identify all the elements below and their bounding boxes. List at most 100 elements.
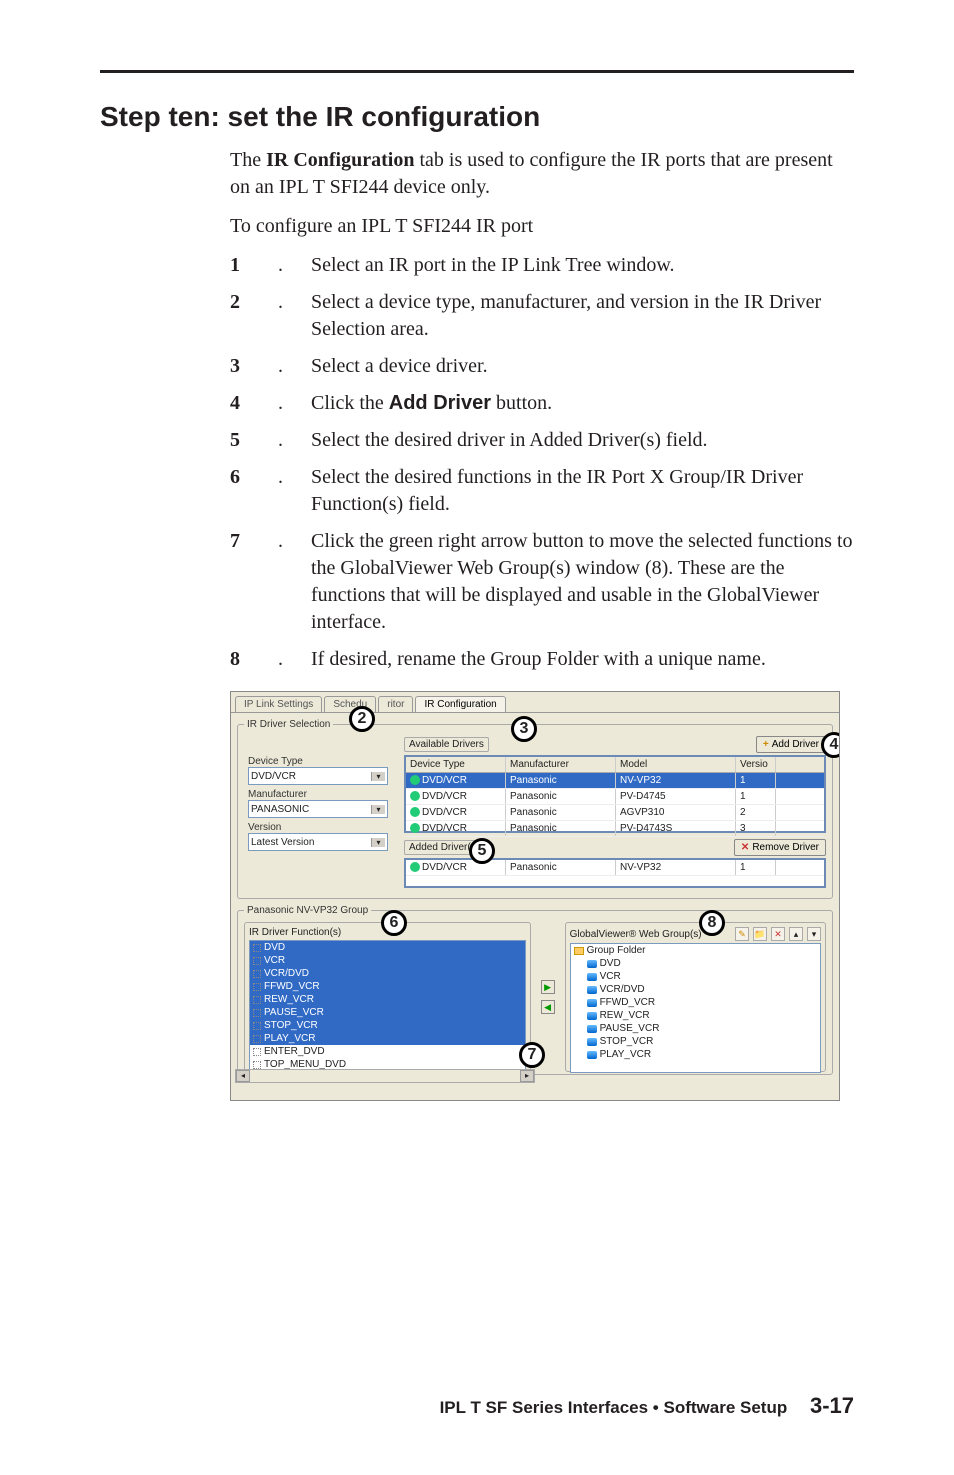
table-row[interactable]: DVD/VCRPanasonicPV-D47451 (406, 789, 824, 805)
horizontal-scrollbar[interactable]: ◂ ▸ (235, 1069, 535, 1083)
page-footer: IPL T SF Series Interfaces • Software Se… (440, 1393, 854, 1419)
step-1: 1. Select an IR port in the IP Link Tree… (230, 252, 854, 279)
col-device-type[interactable]: Device Type (406, 757, 506, 772)
step-num: 2 (230, 289, 250, 343)
driver-icon (410, 775, 420, 785)
driver-icon (410, 823, 420, 833)
step-num: 4 (230, 390, 250, 417)
table-row[interactable]: DVD/VCRPanasonicNV-VP321 (406, 860, 824, 876)
up-icon[interactable]: ▴ (789, 927, 803, 941)
new-folder-icon[interactable]: 📁 (753, 927, 767, 941)
ir-icon (587, 986, 597, 994)
col-model[interactable]: Model (616, 757, 736, 772)
move-left-button[interactable]: ◀ (541, 1000, 555, 1014)
file-icon (253, 944, 261, 952)
callout-5: 5 (469, 838, 495, 864)
list-item[interactable]: DVD (571, 957, 820, 970)
file-icon (253, 996, 261, 1004)
intro-p2: To configure an IPL T SFI244 IR port (230, 213, 854, 240)
move-right-button[interactable]: ▶ (541, 980, 555, 994)
list-item[interactable]: PAUSE_VCR (571, 1022, 820, 1035)
file-icon (253, 957, 261, 965)
file-icon (253, 1022, 261, 1030)
list-item[interactable]: FFWD_VCR (250, 980, 525, 993)
add-driver-label: Add Driver (772, 739, 819, 750)
device-type-value: DVD/VCR (251, 771, 296, 782)
list-item[interactable]: VCR/DVD (571, 983, 820, 996)
driver-selection-controls: Device Type DVD/VCR▾ Manufacturer PANASO… (248, 752, 398, 851)
callout-7: 7 (519, 1042, 545, 1068)
ir-config-screenshot: 2 3 4 5 6 7 8 IP Link Settings Schedu ri… (230, 691, 840, 1101)
step4-post: button. (491, 392, 552, 414)
step-3: 3. Select a device driver. (230, 353, 854, 380)
callout-6: 6 (381, 910, 407, 936)
tree-root[interactable]: Group Folder (571, 944, 820, 957)
file-icon (253, 1048, 261, 1056)
ir-icon (587, 1012, 597, 1020)
scroll-right-icon[interactable]: ▸ (520, 1070, 534, 1082)
down-icon[interactable]: ▾ (807, 927, 821, 941)
list-item[interactable]: VCR (250, 954, 525, 967)
ir-icon (587, 1051, 597, 1059)
callout-2: 2 (349, 706, 375, 732)
web-groups-tree[interactable]: Group Folder DVD VCR VCR/DVD FFWD_VCR RE… (570, 943, 821, 1073)
step-num: 1 (230, 252, 250, 279)
step-text: Select the desired driver in Added Drive… (311, 427, 854, 454)
delete-folder-icon[interactable]: ✕ (771, 927, 785, 941)
manufacturer-combo[interactable]: PANASONIC▾ (248, 800, 388, 818)
list-item[interactable]: STOP_VCR (250, 1019, 525, 1032)
list-item[interactable]: PAUSE_VCR (250, 1006, 525, 1019)
group-legend: Panasonic NV-VP32 Group (244, 905, 371, 916)
col-manufacturer[interactable]: Manufacturer (506, 757, 616, 772)
ir-icon (587, 1025, 597, 1033)
table-row[interactable]: DVD/VCRPanasonicNV-VP321 (406, 773, 824, 789)
step-6: 6. Select the desired functions in the I… (230, 464, 854, 518)
tab-monitor[interactable]: ritor (378, 696, 413, 712)
available-drivers-label: Available Drivers (404, 737, 489, 752)
col-version[interactable]: Versio (736, 757, 776, 772)
device-type-label: Device Type (248, 756, 398, 767)
ir-icon (587, 973, 597, 981)
available-drivers-grid[interactable]: Device Type Manufacturer Model Versio DV… (404, 755, 826, 833)
list-item[interactable]: REW_VCR (250, 993, 525, 1006)
version-value: Latest Version (251, 837, 314, 848)
step-num: 6 (230, 464, 250, 518)
page-number: 3-17 (810, 1393, 854, 1418)
file-icon (253, 1061, 261, 1069)
list-item[interactable]: STOP_VCR (571, 1035, 820, 1048)
step-text: Click the Add Driver button. (311, 390, 854, 417)
list-item[interactable]: FFWD_VCR (571, 996, 820, 1009)
edit-icon[interactable]: ✎ (735, 927, 749, 941)
ir-icon (587, 999, 597, 1007)
list-item[interactable]: VCR (571, 970, 820, 983)
added-drivers-grid[interactable]: DVD/VCRPanasonicNV-VP321 (404, 858, 826, 888)
ir-icon (587, 1038, 597, 1046)
chevron-down-icon: ▾ (371, 838, 385, 847)
add-driver-button[interactable]: +Add Driver (756, 736, 826, 753)
table-row[interactable]: DVD/VCRPanasonicPV-D4743S3 (406, 821, 824, 837)
ir-functions-list[interactable]: DVD VCR VCR/DVD FFWD_VCR REW_VCR PAUSE_V… (249, 940, 526, 1070)
x-icon: ✕ (741, 842, 749, 853)
step4-pre: Click the (311, 392, 389, 414)
list-item[interactable]: VCR/DVD (250, 967, 525, 980)
step-text: Select the desired functions in the IR P… (311, 464, 854, 518)
version-combo[interactable]: Latest Version ▾ (248, 833, 388, 851)
file-icon (253, 983, 261, 991)
tab-ip-link[interactable]: IP Link Settings (235, 696, 322, 712)
list-item[interactable]: REW_VCR (571, 1009, 820, 1022)
table-row[interactable]: DVD/VCRPanasonicAGVP3102 (406, 805, 824, 821)
manufacturer-value: PANASONIC (251, 804, 309, 815)
device-type-combo[interactable]: DVD/VCR▾ (248, 767, 388, 785)
scroll-left-icon[interactable]: ◂ (236, 1070, 250, 1082)
list-item[interactable]: PLAY_VCR (250, 1032, 525, 1045)
remove-driver-button[interactable]: ✕Remove Driver (734, 839, 826, 856)
intro-p1-bold: IR Configuration (266, 149, 414, 171)
list-item[interactable]: PLAY_VCR (571, 1048, 820, 1061)
intro-p1: The IR Configuration tab is used to conf… (230, 147, 854, 201)
list-item[interactable]: ENTER_DVD (250, 1045, 525, 1058)
list-item[interactable]: DVD (250, 941, 525, 954)
web-groups-label: GlobalViewer® Web Group(s) (570, 929, 702, 940)
tab-bar: IP Link Settings Schedu ritor IR Configu… (231, 692, 839, 712)
tab-ir-config[interactable]: IR Configuration (415, 696, 505, 712)
add-driver-inline: Add Driver (389, 392, 491, 414)
